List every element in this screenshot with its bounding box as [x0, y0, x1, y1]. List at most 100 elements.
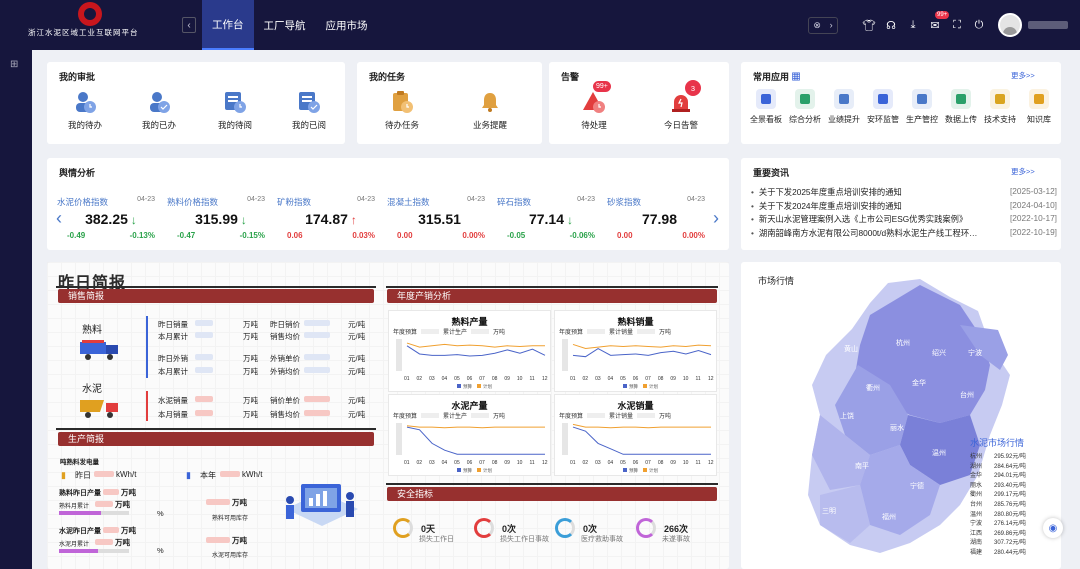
alarm-pending-item[interactable]: 99+ 待处理: [564, 80, 624, 131]
price-row: 湖南 307.72元/吨: [970, 540, 1027, 547]
mini-chart-plot: 01 02 03 04 05 06 07 08 09 10 11 12 预算 计划: [396, 339, 548, 390]
tab-app-market[interactable]: 应用市场: [316, 0, 378, 50]
progress-bar: [59, 549, 129, 553]
svg-text:南平: 南平: [855, 461, 869, 470]
legend-swatch: [623, 468, 627, 472]
alarm-card: 告警 99+ 待处理 3 今日告警: [549, 62, 729, 144]
legend-label: 计划: [649, 383, 658, 390]
fullscreen-icon[interactable]: ⛶: [946, 19, 968, 32]
index-item[interactable]: 水泥价格指数 04-23 382.25 ↓ -0.49 -0.13%: [57, 196, 165, 240]
svg-text:宁波: 宁波: [968, 348, 982, 357]
price-row: 湖州 284.64元/吨: [970, 463, 1027, 470]
x-tick-label: 10: [517, 376, 523, 382]
my-done-item[interactable]: 我的已办: [129, 90, 189, 131]
index-date: 04-23: [577, 196, 595, 203]
news-item[interactable]: • 关于下发2025年度重点培训安排的通知 [2025-03-12]: [751, 186, 1057, 198]
shirt-icon[interactable]: 👕︎: [858, 19, 880, 32]
apps-more-link[interactable]: 更多>>: [1011, 70, 1035, 81]
app-item[interactable]: 生产管控: [905, 89, 939, 125]
mini-chart-plot: 01 02 03 04 05 06 07 08 09 10 11 12 预算 计划: [562, 339, 714, 390]
app-item[interactable]: 知识库: [1022, 89, 1056, 125]
x-tick-label: 03: [595, 376, 601, 382]
price-row: 江西 269.86元/吨: [970, 530, 1027, 537]
bullet-icon: •: [751, 200, 754, 211]
tab-workbench[interactable]: 工作台: [202, 0, 254, 50]
svg-text:三明: 三明: [822, 507, 836, 515]
price-row: 台州 285.76元/吨: [970, 502, 1027, 508]
x-tick-label: 04: [442, 460, 448, 466]
app-icon: [990, 89, 1010, 109]
tab-factory-nav[interactable]: 工厂导航: [254, 0, 316, 50]
x-tick-label: 08: [492, 460, 498, 466]
avatar[interactable]: [998, 13, 1022, 37]
index-item[interactable]: 熟料价格指数 04-23 315.99 ↓ -0.47 -0.15%: [167, 196, 275, 240]
news-item[interactable]: • 湖南韶峰南方水泥有限公司8000t/d熟料水泥生产线工程环… [2022-10-…: [751, 227, 1057, 239]
index-item[interactable]: 矿粉指数 04-23 174.87 ↑ 0.06 0.03%: [277, 196, 385, 240]
x-tick-label: 05: [620, 460, 626, 466]
power-icon[interactable]: ⏻: [968, 19, 990, 32]
nav-collapse-button[interactable]: ‹: [182, 17, 196, 33]
alarm-today-badge: 3: [685, 80, 701, 96]
redacted-axis: [562, 339, 568, 371]
app-item[interactable]: 安环监管: [866, 89, 900, 125]
index-value: 77.98: [641, 211, 678, 227]
legend-swatch: [457, 468, 461, 472]
legend-swatch: [643, 468, 647, 472]
legend-swatch: [477, 468, 481, 472]
x-tick-label: 06: [467, 376, 473, 382]
sales-brief-header: 销售简报: [58, 289, 374, 303]
my-todo-item[interactable]: 我的待办: [55, 90, 115, 131]
index-item[interactable]: 碎石指数 04-23 77.14 ↓ -0.05 -0.06%: [497, 196, 605, 240]
grid-menu-icon[interactable]: ⊞: [10, 59, 18, 70]
series-line-0: [406, 426, 545, 455]
index-change: -0.47 -0.15%: [177, 231, 265, 240]
x-tick-label: 01: [570, 460, 576, 466]
pending-tasks-item[interactable]: 待办任务: [372, 90, 432, 131]
app-item[interactable]: 业绩提升: [827, 89, 861, 125]
truck-icon: [80, 336, 122, 364]
index-date: 04-23: [467, 196, 485, 203]
chat-bubble-button[interactable]: ◉: [1043, 518, 1063, 538]
chevron-right-icon: ›: [829, 20, 833, 30]
app-item[interactable]: 数据上传: [944, 89, 978, 125]
market-title: 市场行情: [758, 276, 795, 286]
my-to-read-item[interactable]: 我的待阅: [205, 90, 265, 131]
bar-chart-icon: ▮: [61, 470, 66, 480]
app-item[interactable]: 技术支持: [983, 89, 1017, 125]
headset-icon[interactable]: ☊: [880, 19, 902, 32]
app-item[interactable]: 综合分析: [788, 89, 822, 125]
svg-text:台州: 台州: [960, 390, 974, 399]
x-tick-label: 04: [608, 460, 614, 466]
user-check-icon: [147, 90, 171, 114]
svg-text:黄山: 黄山: [844, 344, 858, 353]
app-item[interactable]: 全景看板: [749, 89, 783, 125]
message-badge: 99+: [935, 10, 950, 19]
app-icon: [834, 89, 854, 109]
x-tick-label: 10: [517, 460, 523, 466]
message-icon[interactable]: ✉ 99+: [924, 10, 950, 32]
left-sidebar: ⊞: [0, 50, 32, 569]
news-more-link[interactable]: 更多>>: [1011, 166, 1035, 177]
index-change: 0.06 0.03%: [287, 231, 375, 240]
mini-line-chart: 熟料销量 年度预算 累计销量 万吨 01 02 03 04 05 06 07 08 09 10 11 12 预算…: [554, 310, 717, 392]
index-item[interactable]: 砂浆指数 04-23 77.98 0.00 0.00%: [607, 196, 715, 240]
news-item[interactable]: • 关于下发2024年度重点培训安排的通知 [2024-04-10]: [751, 200, 1057, 212]
svg-text:金华: 金华: [912, 378, 926, 387]
apps-title: 常用应用 ▦: [753, 72, 801, 82]
x-tick-label: 09: [504, 376, 510, 382]
index-item[interactable]: 混凝土指数 04-23 315.51 0.00 0.00%: [387, 196, 495, 240]
series-line-1: [572, 343, 712, 350]
x-tick-label: 03: [429, 460, 435, 466]
alarm-today-item[interactable]: 3 今日告警: [651, 80, 711, 131]
business-reminder-item[interactable]: 业务提醒: [460, 90, 520, 131]
divider: [386, 483, 718, 485]
series-line-0: [572, 347, 712, 358]
download-icon[interactable]: ⤓: [902, 19, 924, 32]
command-button[interactable]: ⊗ ›: [808, 16, 838, 34]
news-item[interactable]: • 新天山水泥管理案例入选《上市公司ESG优秀实践案例》 [2022-10-17]: [751, 213, 1057, 225]
logo-mark-icon: [78, 2, 102, 26]
my-read-item[interactable]: 我的已阅: [279, 90, 339, 131]
logo[interactable]: 浙江水泥区域工业互联网平台: [0, 0, 180, 50]
divider: [56, 428, 376, 430]
index-value: 315.99 ↓: [195, 211, 247, 227]
